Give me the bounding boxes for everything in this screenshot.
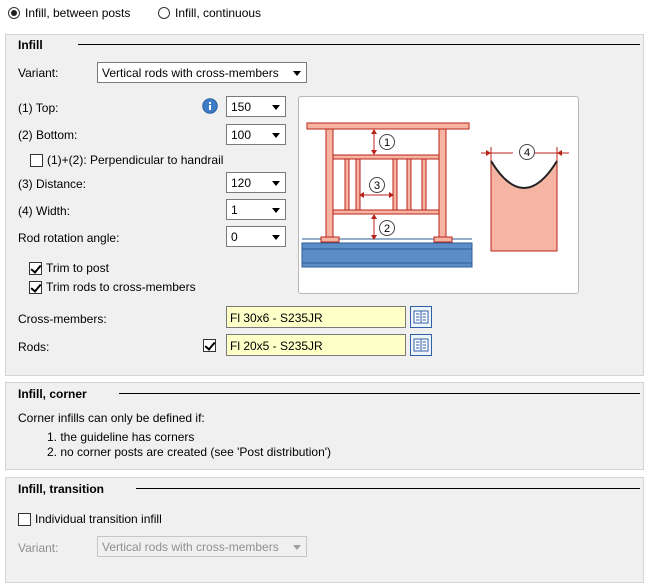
dim-label-3: 3 <box>374 180 380 192</box>
transition-variant-label: Variant: <box>18 541 59 555</box>
post-left <box>325 128 334 238</box>
rotation-label: Rod rotation angle: <box>18 231 120 245</box>
corner-section-line <box>119 393 640 394</box>
bottom-label: (2) Bottom: <box>18 128 78 142</box>
dim-label-4: 4 <box>524 147 530 159</box>
perpendicular-checkbox[interactable] <box>30 154 43 167</box>
transition-section-line <box>136 488 640 489</box>
chevron-down-icon <box>272 133 280 138</box>
infill-between-posts-radio[interactable] <box>8 7 20 19</box>
corner-section-title: Infill, corner <box>18 387 91 401</box>
chevron-down-icon <box>293 545 301 550</box>
individual-transition-label[interactable]: Individual transition infill <box>35 512 162 526</box>
trim-post-checkbox[interactable] <box>29 262 42 275</box>
railing-diagram-svg: 1 2 3 4 <box>301 122 569 268</box>
cross-members-label: Cross-members: <box>18 312 107 326</box>
distance-value: 120 <box>231 176 252 190</box>
cross-members-value: Fl 30x6 - S235JR <box>230 311 323 325</box>
corner-condition-2: 2. no corner posts are created (see 'Pos… <box>47 445 332 459</box>
width-dropdown[interactable]: 1 <box>226 199 286 220</box>
handrail <box>306 122 470 130</box>
transition-variant-dropdown[interactable]: Vertical rods with cross-members <box>97 536 307 557</box>
trim-post-label[interactable]: Trim to post <box>46 261 109 275</box>
distance-dropdown[interactable]: 120 <box>226 172 286 193</box>
cross-member-bottom <box>332 209 440 215</box>
corner-intro: Corner infills can only be defined if: <box>18 411 205 425</box>
chevron-down-icon <box>272 208 280 213</box>
rods-field[interactable]: Fl 20x5 - S235JR <box>226 334 406 356</box>
chevron-down-icon <box>272 105 280 110</box>
width-label: (4) Width: <box>18 204 71 218</box>
top-value: 150 <box>231 100 252 114</box>
infill-section-title: Infill <box>18 38 47 52</box>
variant-label: Variant: <box>18 66 59 80</box>
infill-continuous-radio[interactable] <box>158 7 170 19</box>
perpendicular-label[interactable]: (1)+(2): Perpendicular to handrail <box>47 153 223 167</box>
distance-label: (3) Distance: <box>18 177 87 191</box>
top-dropdown[interactable]: 150 <box>226 96 286 117</box>
trim-rods-checkbox[interactable] <box>29 281 42 294</box>
cross-members-field[interactable]: Fl 30x6 - S235JR <box>226 306 406 328</box>
chevron-down-icon <box>272 235 280 240</box>
variant-dropdown[interactable]: Vertical rods with cross-members <box>97 62 307 83</box>
chevron-down-icon <box>272 181 280 186</box>
rods-label: Rods: <box>18 340 50 354</box>
info-icon[interactable] <box>202 98 218 117</box>
infill-diagram: 1 2 3 4 <box>298 96 579 294</box>
bottom-dropdown[interactable]: 100 <box>226 124 286 145</box>
rotation-dropdown[interactable]: 0 <box>226 226 286 247</box>
catalog-book-icon[interactable] <box>410 306 432 328</box>
bottom-value: 100 <box>231 128 252 142</box>
transition-section-title: Infill, transition <box>18 482 108 496</box>
post-right <box>438 128 447 238</box>
transition-variant-value: Vertical rods with cross-members <box>102 540 279 554</box>
cross-member-top <box>332 154 440 160</box>
trim-rods-label[interactable]: Trim rods to cross-members <box>46 280 196 294</box>
chevron-down-icon <box>293 71 301 76</box>
infill-continuous-label[interactable]: Infill, continuous <box>175 6 261 20</box>
width-value: 1 <box>231 203 238 217</box>
dim-label-2: 2 <box>384 223 390 235</box>
individual-transition-checkbox[interactable] <box>18 513 31 526</box>
variant-value: Vertical rods with cross-members <box>102 66 279 80</box>
catalog-book-icon[interactable] <box>410 334 432 356</box>
corner-condition-1: 1. the guideline has corners <box>47 430 195 444</box>
rods-checkbox[interactable] <box>203 339 216 352</box>
infill-section-line <box>78 44 640 45</box>
infill-between-posts-label[interactable]: Infill, between posts <box>25 6 130 20</box>
top-label: (1) Top: <box>18 101 59 115</box>
rods-value: Fl 20x5 - S235JR <box>230 339 323 353</box>
dim-label-1: 1 <box>384 137 390 149</box>
rotation-value: 0 <box>231 230 238 244</box>
